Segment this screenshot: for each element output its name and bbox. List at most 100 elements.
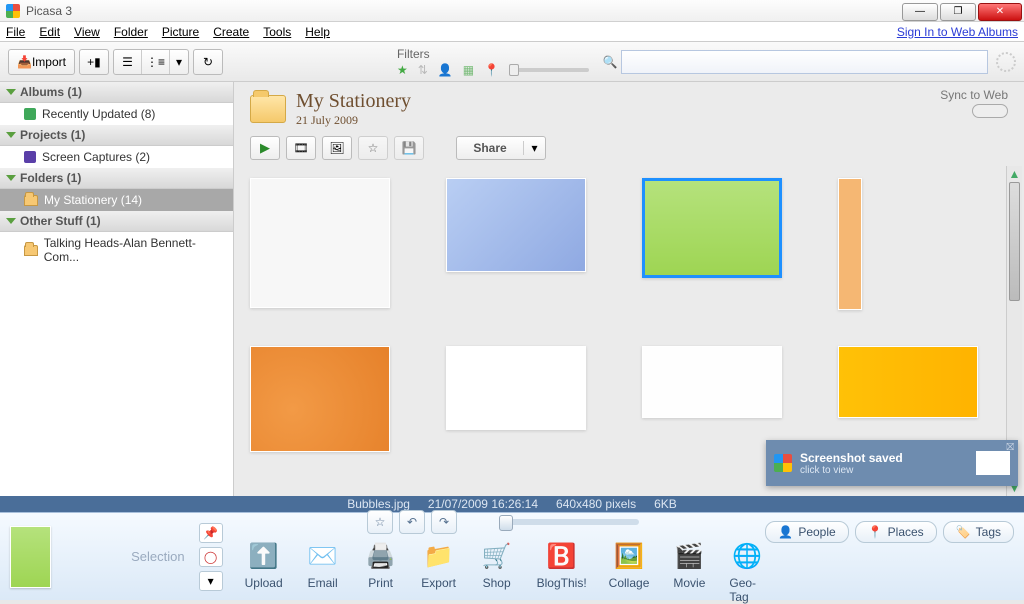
- star-tray-button[interactable]: ☆: [367, 510, 393, 534]
- upload-button[interactable]: ⬆️Upload: [245, 540, 283, 604]
- screenshot-toast[interactable]: Screenshot saved click to view ⛝: [766, 440, 1018, 486]
- import-icon: 📥: [17, 55, 32, 69]
- sidebar-item-recently-updated[interactable]: Recently Updated (8): [0, 103, 233, 125]
- thumbnail[interactable]: [446, 346, 586, 430]
- menu-tools[interactable]: Tools: [263, 25, 291, 39]
- search-input[interactable]: [621, 50, 988, 74]
- star-button[interactable]: ☆: [358, 136, 388, 160]
- sync-to-web[interactable]: Sync to Web: [940, 88, 1008, 118]
- app-logo-icon: [774, 454, 792, 472]
- menu-bar: File Edit View Folder Picture Create Too…: [0, 22, 1024, 42]
- menu-edit[interactable]: Edit: [39, 25, 60, 39]
- selection-thumbnail[interactable]: [10, 526, 51, 588]
- sidebar: Albums (1) Recently Updated (8) Projects…: [0, 82, 234, 496]
- view-dropdown[interactable]: ▾: [170, 50, 188, 74]
- toast-title: Screenshot saved: [800, 451, 903, 465]
- collage-icon: 🖼️: [611, 540, 647, 574]
- pin-button[interactable]: 📌: [199, 523, 223, 543]
- share-button[interactable]: Share ▾: [456, 136, 546, 160]
- rotate-right-button[interactable]: ↷: [431, 510, 457, 534]
- folder-title: My Stationery: [296, 90, 411, 113]
- search-area: 🔍: [599, 50, 988, 74]
- filter-person-icon[interactable]: 👤: [438, 63, 453, 77]
- collage-button[interactable]: 🖼: [322, 136, 352, 160]
- tags-button[interactable]: 🏷️Tags: [943, 521, 1014, 543]
- chevron-down-icon: [6, 218, 16, 224]
- places-button[interactable]: 📍Places: [855, 521, 937, 543]
- import-button[interactable]: 📥 Import: [8, 49, 75, 75]
- filter-star-icon[interactable]: ★: [397, 63, 408, 77]
- toast-close-icon[interactable]: ⛝: [1006, 442, 1014, 453]
- chevron-down-icon: [6, 132, 16, 138]
- sidebar-group-albums[interactable]: Albums (1): [0, 82, 233, 103]
- upload-icon: ⬆️: [246, 540, 282, 574]
- search-icon: 🔍: [599, 51, 621, 73]
- menu-help[interactable]: Help: [305, 25, 330, 39]
- sidebar-group-other[interactable]: Other Stuff (1): [0, 211, 233, 232]
- sidebar-item-my-stationery[interactable]: My Stationery (14): [0, 189, 233, 211]
- thumbnail[interactable]: [642, 178, 782, 278]
- view-mode-group: ☰ ⋮≡ ▾: [113, 49, 189, 75]
- menu-view[interactable]: View: [74, 25, 100, 39]
- view-list-button[interactable]: ☰: [114, 50, 142, 74]
- shop-button[interactable]: 🛒Shop: [479, 540, 515, 604]
- geo-tag-icon: 🌐: [729, 540, 765, 574]
- scroll-up-icon[interactable]: ▲: [1007, 166, 1022, 182]
- content-area: Sync to Web My Stationery 21 July 2009 ▶…: [234, 82, 1024, 496]
- email-button[interactable]: ✉️Email: [305, 540, 341, 604]
- sign-in-link[interactable]: Sign In to Web Albums: [897, 25, 1018, 39]
- window-title: Picasa 3: [26, 4, 72, 18]
- chevron-down-icon[interactable]: ▾: [523, 141, 545, 155]
- movie-button[interactable]: 🎞: [286, 136, 316, 160]
- movie-button[interactable]: 🎬Movie: [671, 540, 707, 604]
- shop-icon: 🛒: [479, 540, 515, 574]
- folder-date: 21 July 2009: [296, 113, 411, 128]
- sidebar-item-screen-captures[interactable]: Screen Captures (2): [0, 146, 233, 168]
- sidebar-group-folders[interactable]: Folders (1): [0, 168, 233, 189]
- minimize-button[interactable]: —: [902, 3, 938, 21]
- collage-button[interactable]: 🖼️Collage: [609, 540, 650, 604]
- toast-subtitle: click to view: [800, 465, 903, 476]
- filters-section: Filters ★ ⇅ 👤 ▦ 📍: [397, 47, 589, 77]
- places-icon: 📍: [868, 525, 883, 539]
- save-button[interactable]: 💾: [394, 136, 424, 160]
- zoom-slider[interactable]: [499, 519, 639, 525]
- menu-picture[interactable]: Picture: [162, 25, 199, 39]
- filter-pin-icon[interactable]: 📍: [484, 63, 499, 77]
- sidebar-group-projects[interactable]: Projects (1): [0, 125, 233, 146]
- people-button[interactable]: 👤People: [765, 521, 848, 543]
- maximize-button[interactable]: ❐: [940, 3, 976, 21]
- filter-updown-icon[interactable]: ⇅: [418, 63, 428, 77]
- menu-folder[interactable]: Folder: [114, 25, 148, 39]
- rotate-left-button[interactable]: ↶: [399, 510, 425, 534]
- close-button[interactable]: ✕: [978, 3, 1022, 21]
- sync-toggle[interactable]: [972, 104, 1008, 118]
- scroll-thumb[interactable]: [1009, 182, 1020, 301]
- blogthis--button[interactable]: 🅱️BlogThis!: [537, 540, 587, 604]
- email-icon: ✉️: [305, 540, 341, 574]
- sidebar-item-talking-heads[interactable]: Talking Heads-Alan Bennett-Com...: [0, 232, 233, 268]
- geo-tag-button[interactable]: 🌐Geo-Tag: [729, 540, 765, 604]
- view-tree-button[interactable]: ⋮≡: [142, 50, 170, 74]
- thumbnail[interactable]: [838, 346, 978, 418]
- thumbnail[interactable]: [642, 346, 782, 418]
- toast-thumbnail: [976, 451, 1010, 475]
- export-icon: 📁: [421, 540, 457, 574]
- add-folder-button[interactable]: +▮: [79, 49, 109, 75]
- filter-grid-icon[interactable]: ▦: [463, 63, 474, 77]
- menu-create[interactable]: Create: [213, 25, 249, 39]
- thumbnail[interactable]: [250, 346, 390, 452]
- blogthis!-icon: 🅱️: [544, 540, 580, 574]
- clear-pin-button[interactable]: ◯: [199, 547, 223, 567]
- thumbnail[interactable]: [838, 178, 862, 310]
- thumbnail[interactable]: [250, 178, 390, 308]
- play-slideshow-button[interactable]: ▶: [250, 136, 280, 160]
- export-button[interactable]: 📁Export: [421, 540, 457, 604]
- filter-slider[interactable]: [509, 68, 589, 72]
- folder-icon: [24, 245, 38, 256]
- thumbnail[interactable]: [446, 178, 586, 272]
- print-button[interactable]: 🖨️Print: [363, 540, 399, 604]
- menu-file[interactable]: File: [6, 25, 25, 39]
- tray-dropdown[interactable]: ▾: [199, 571, 223, 591]
- refresh-button[interactable]: ↻: [193, 49, 223, 75]
